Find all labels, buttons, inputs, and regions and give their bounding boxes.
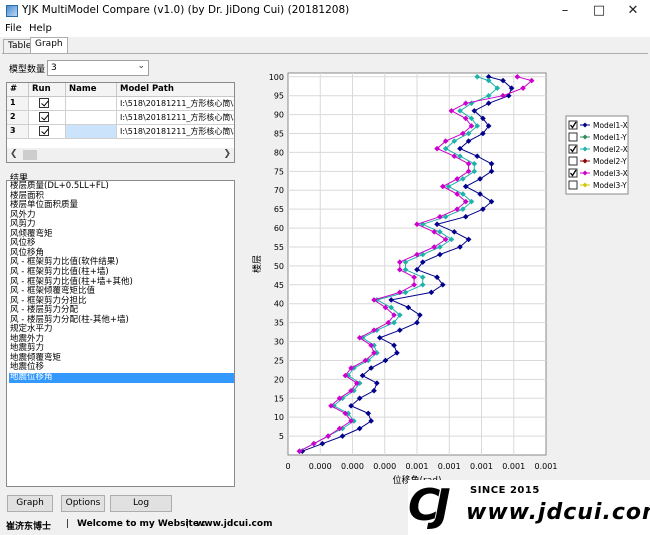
x-tick-label: 0.000 bbox=[373, 462, 396, 471]
status-separator: | bbox=[66, 519, 70, 529]
grid-cell-name[interactable] bbox=[66, 125, 117, 139]
x-tick-label: 0.000 bbox=[309, 462, 332, 471]
y-tick-label: 85 bbox=[274, 130, 284, 139]
run-checkbox[interactable] bbox=[29, 97, 66, 111]
grid-row-index: 2 bbox=[7, 111, 29, 125]
close-button[interactable]: ✕ bbox=[616, 0, 650, 22]
run-checkbox[interactable] bbox=[29, 111, 66, 125]
log-button[interactable]: Log bbox=[110, 495, 172, 512]
status-author: 崔济东博士 bbox=[6, 522, 52, 532]
grid-header-model-path: Model Path bbox=[117, 83, 234, 97]
grid-cell-model-path[interactable]: I:\518\20181211_方形核心筒\20 bbox=[117, 125, 234, 139]
brand-logo: CJ bbox=[408, 480, 451, 531]
grid-horizontal-scrollbar[interactable]: ❮ ❯ bbox=[7, 148, 234, 162]
model-grid[interactable]: # Run Name Model Path 1 I:\518\20181211_… bbox=[6, 82, 235, 163]
results-list[interactable]: 楼层质量(DL+0.5LL+FL) 楼层面积 楼层单位面积质量 风外力 风剪力 风倾覆弯矩… bbox=[6, 180, 235, 487]
status-site[interactable]: www.jdcui.com bbox=[196, 519, 272, 529]
title-bar: YJK MultiModel Compare (v1.0) (by Dr. Ji… bbox=[0, 0, 650, 22]
y-tick-label: 60 bbox=[274, 224, 284, 233]
y-tick-label: 55 bbox=[274, 243, 284, 252]
legend-checkbox[interactable] bbox=[568, 132, 578, 142]
maximize-button[interactable]: □ bbox=[582, 0, 616, 22]
y-tick-label: 70 bbox=[274, 186, 284, 195]
grid-cell-model-path[interactable]: I:\518\20181211_方形核心筒\20 bbox=[117, 97, 234, 111]
legend-label: Model1-X bbox=[593, 121, 628, 130]
scroll-thumb[interactable] bbox=[23, 150, 37, 160]
tab-graph[interactable]: Graph bbox=[30, 37, 68, 53]
x-tick-label: 0.001 bbox=[502, 462, 525, 471]
result-item[interactable]: 风倾覆弯矩 bbox=[9, 229, 234, 240]
drift-angle-chart: 0 0.000 0.000 0.000 0.001 0.001 0.001 0.001 0.00… bbox=[251, 72, 629, 486]
y-tick-label: 80 bbox=[274, 148, 284, 157]
minimize-button[interactable]: – bbox=[548, 0, 582, 22]
watermark: CJ SINCE 2015 www.jdcui.com bbox=[408, 480, 650, 535]
chart-legend: Model1-X Model1-Y Model2-X Model2-Y Model3-X… bbox=[565, 115, 629, 195]
checkmark-icon bbox=[39, 126, 49, 136]
y-tick-label: 45 bbox=[274, 281, 284, 290]
watermark-since: SINCE 2015 bbox=[470, 485, 540, 496]
chart-panel: 0 0.000 0.000 0.000 0.001 0.001 0.001 0.001 0.00… bbox=[246, 60, 640, 492]
y-tick-label: 20 bbox=[274, 375, 284, 384]
x-tick-label: 0.001 bbox=[535, 462, 558, 471]
result-item[interactable]: 风外力 bbox=[9, 210, 234, 221]
tab-strip: Table Graph bbox=[0, 37, 650, 53]
x-tick-label: 0.000 bbox=[341, 462, 364, 471]
y-tick-label: 30 bbox=[274, 338, 284, 347]
legend-label: Model3-X bbox=[593, 169, 628, 178]
scroll-right-icon[interactable]: ❯ bbox=[223, 149, 231, 159]
y-tick-label: 100 bbox=[269, 73, 284, 82]
model-count-value: 3 bbox=[51, 63, 57, 73]
graph-button[interactable]: Graph bbox=[7, 495, 53, 512]
legend-label: Model3-Y bbox=[593, 181, 627, 190]
status-separator: | bbox=[186, 519, 190, 529]
app-icon bbox=[6, 5, 18, 17]
y-tick-label: 35 bbox=[274, 319, 284, 328]
y-tick-label: 95 bbox=[274, 92, 284, 101]
menu-file[interactable]: File bbox=[5, 23, 22, 34]
y-tick-label: 10 bbox=[274, 413, 284, 422]
options-button[interactable]: Options bbox=[61, 495, 105, 512]
grid-cell-name[interactable] bbox=[66, 97, 117, 111]
result-item[interactable]: 地震位移角 bbox=[9, 372, 234, 383]
grid-cell-name[interactable] bbox=[66, 111, 117, 125]
legend-label: Model2-X bbox=[593, 145, 628, 154]
model-count-label: 模型数量 bbox=[9, 65, 46, 75]
legend-checkbox[interactable] bbox=[568, 156, 578, 166]
grid-header-run: Run bbox=[29, 83, 66, 97]
grid-row-index: 1 bbox=[7, 97, 29, 111]
y-tick-label: 65 bbox=[274, 205, 284, 214]
y-tick-label: 90 bbox=[274, 111, 284, 120]
legend-label: Model1-Y bbox=[593, 133, 627, 142]
run-checkbox[interactable] bbox=[29, 125, 66, 139]
y-tick-label: 50 bbox=[274, 262, 284, 271]
x-tick-label: 0 bbox=[285, 462, 290, 471]
checkmark-icon bbox=[39, 112, 49, 122]
checkmark-icon bbox=[39, 98, 49, 108]
result-item[interactable]: 楼层单位面积质量 bbox=[9, 201, 234, 211]
window-title: YJK MultiModel Compare (v1.0) (by Dr. Ji… bbox=[22, 4, 350, 16]
result-item[interactable]: 风 - 框架剪力比值(柱+墙) bbox=[9, 267, 234, 278]
model-count-select[interactable]: 3 ⌄ bbox=[47, 60, 149, 76]
scroll-left-icon[interactable]: ❮ bbox=[10, 149, 18, 159]
grid-header-index: # bbox=[7, 83, 29, 97]
watermark-url: www.jdcui.com bbox=[466, 500, 650, 525]
y-tick-label: 25 bbox=[274, 356, 284, 365]
x-tick-label: 0.001 bbox=[438, 462, 461, 471]
chevron-down-icon: ⌄ bbox=[137, 61, 145, 71]
x-tick-label: 0.001 bbox=[406, 462, 429, 471]
tab-content-border bbox=[2, 53, 648, 54]
grid-cell-model-path[interactable]: I:\518\20181211_方形核心筒\20 bbox=[117, 111, 234, 125]
legend-label: Model2-Y bbox=[593, 157, 627, 166]
y-axis-label: 楼层 bbox=[251, 255, 263, 273]
grid-row-index: 3 bbox=[7, 125, 29, 139]
menu-help[interactable]: Help bbox=[29, 23, 52, 34]
menu-bar: File Help bbox=[0, 22, 650, 37]
x-tick-label: 0.001 bbox=[470, 462, 493, 471]
y-tick-label: 15 bbox=[274, 394, 284, 403]
y-tick-label: 40 bbox=[274, 300, 284, 309]
y-tick-label: 75 bbox=[274, 167, 284, 176]
y-tick-label: 5 bbox=[279, 432, 284, 441]
legend-checkbox[interactable] bbox=[568, 180, 578, 190]
grid-header-name: Name bbox=[66, 83, 117, 97]
